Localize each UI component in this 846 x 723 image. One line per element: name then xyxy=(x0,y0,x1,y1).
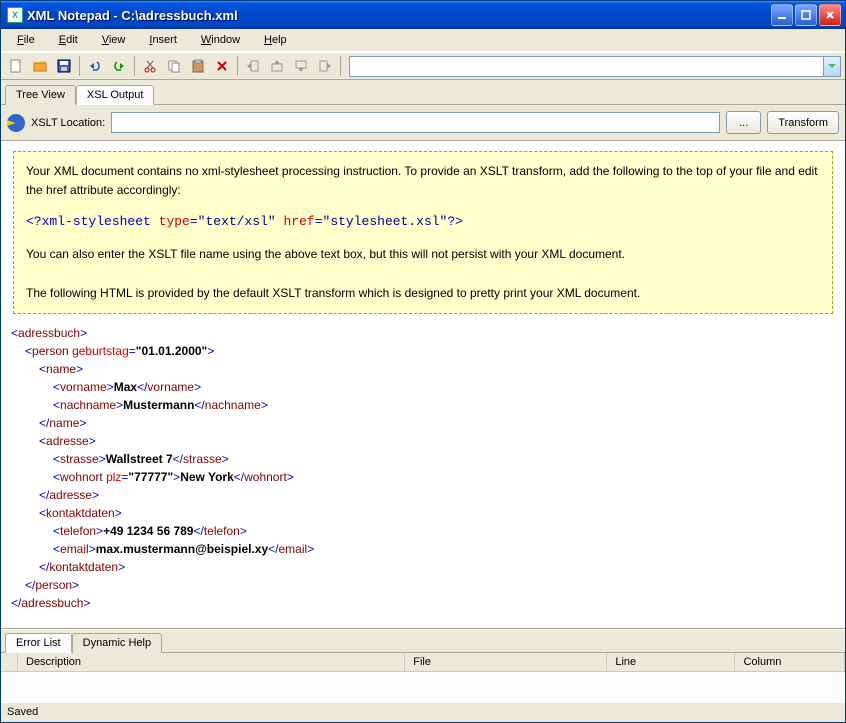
separator xyxy=(134,56,135,76)
separator xyxy=(340,56,341,76)
error-list-grid: Description File Line Column xyxy=(1,652,845,702)
copy-icon[interactable] xyxy=(163,55,185,77)
browse-button[interactable]: ... xyxy=(726,111,761,134)
app-icon: X xyxy=(7,7,23,23)
grid-col-file[interactable]: File xyxy=(405,653,607,671)
minimize-button[interactable] xyxy=(771,4,793,26)
bottom-tabs: Error List Dynamic Help xyxy=(1,629,845,652)
grid-col-column[interactable]: Column xyxy=(735,653,845,671)
paste-icon[interactable] xyxy=(187,55,209,77)
xslt-location-input[interactable] xyxy=(111,112,720,133)
notice-line-3: The following HTML is provided by the de… xyxy=(26,284,820,303)
xml-output: <adressbuch> <person geburtstag="01.01.2… xyxy=(7,324,839,612)
cut-icon[interactable] xyxy=(139,55,161,77)
grid-col-description[interactable]: Description xyxy=(18,653,405,671)
xslt-notice: Your XML document contains no xml-styles… xyxy=(13,151,833,314)
notice-code: <?xml-stylesheet type="text/xsl" href="s… xyxy=(26,212,820,233)
title-bar: X XML Notepad - C:\adressbuch.xml xyxy=(1,1,845,29)
undo-icon[interactable] xyxy=(84,55,106,77)
save-icon[interactable] xyxy=(53,55,75,77)
ie-icon xyxy=(7,114,25,132)
toolbar xyxy=(1,52,845,80)
chevron-down-icon[interactable] xyxy=(823,57,840,76)
grid-header: Description File Line Column xyxy=(1,653,845,672)
content-area[interactable]: Your XML document contains no xml-styles… xyxy=(1,141,845,629)
tab-dynamic-help[interactable]: Dynamic Help xyxy=(72,633,162,653)
menu-insert[interactable]: Insert xyxy=(139,32,187,48)
notice-line-1: Your XML document contains no xml-styles… xyxy=(26,162,820,200)
separator xyxy=(79,56,80,76)
redo-icon[interactable] xyxy=(108,55,130,77)
close-button[interactable] xyxy=(819,4,841,26)
xslt-location-bar: XSLT Location: ... Transform xyxy=(1,105,845,141)
status-text: Saved xyxy=(7,706,38,718)
new-file-icon[interactable] xyxy=(5,55,27,77)
separator xyxy=(237,56,238,76)
tab-tree-view[interactable]: Tree View xyxy=(5,85,76,105)
menu-bar: File Edit View Insert Window Help xyxy=(1,29,845,52)
window-buttons xyxy=(771,4,841,26)
grid-col-icon[interactable] xyxy=(1,653,18,671)
tab-xsl-output[interactable]: XSL Output xyxy=(76,85,154,105)
nudge-down-icon[interactable] xyxy=(290,55,312,77)
nudge-right-icon[interactable] xyxy=(314,55,336,77)
window-title: XML Notepad - C:\adressbuch.xml xyxy=(27,8,771,23)
transform-button[interactable]: Transform xyxy=(767,111,839,134)
menu-edit[interactable]: Edit xyxy=(49,32,88,48)
status-bar: Saved xyxy=(1,702,845,722)
notice-line-2: You can also enter the XSLT file name us… xyxy=(26,245,820,264)
grid-col-line[interactable]: Line xyxy=(607,653,735,671)
menu-window[interactable]: Window xyxy=(191,32,250,48)
view-tabs: Tree View XSL Output xyxy=(1,80,845,105)
maximize-button[interactable] xyxy=(795,4,817,26)
open-file-icon[interactable] xyxy=(29,55,51,77)
nudge-left-icon[interactable] xyxy=(242,55,264,77)
menu-help[interactable]: Help xyxy=(254,32,297,48)
xslt-location-label: XSLT Location: xyxy=(31,117,105,129)
delete-icon[interactable] xyxy=(211,55,233,77)
nudge-up-icon[interactable] xyxy=(266,55,288,77)
toolbar-combo[interactable] xyxy=(349,56,841,77)
menu-view[interactable]: View xyxy=(92,32,136,48)
tab-error-list[interactable]: Error List xyxy=(5,633,72,653)
menu-file[interactable]: File xyxy=(7,32,45,48)
